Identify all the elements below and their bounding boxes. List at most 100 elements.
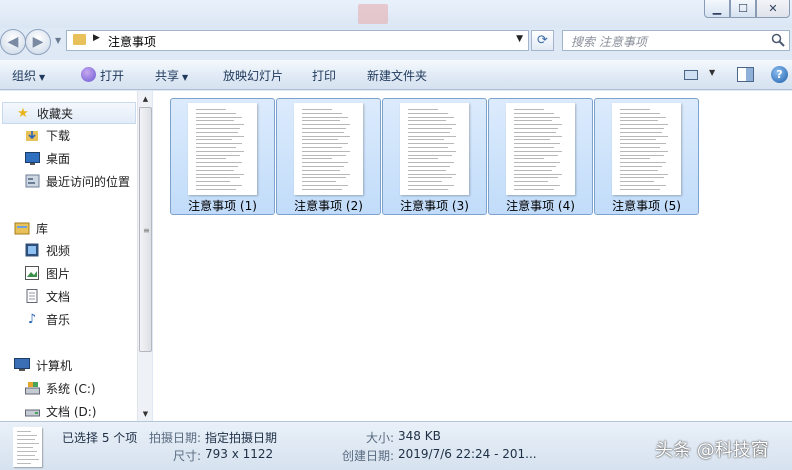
text-line bbox=[514, 177, 558, 179]
text-line bbox=[196, 177, 240, 179]
text-line bbox=[196, 147, 236, 148]
back-button[interactable]: ◀ bbox=[0, 29, 26, 55]
nav-scrollbar[interactable]: ▲ ≡ ▼ bbox=[137, 91, 152, 421]
title-bar: ▁ ☐ ✕ bbox=[0, 0, 792, 28]
print-button[interactable]: 打印 bbox=[312, 67, 336, 84]
address-dropdown-icon[interactable]: ▼ bbox=[516, 34, 523, 44]
breadcrumb-arrow-icon[interactable]: ▶ bbox=[93, 33, 100, 43]
nav-drive-c[interactable]: 系统 (C:) bbox=[0, 377, 134, 399]
date-taken-value[interactable]: 指定拍摄日期 bbox=[205, 429, 277, 446]
address-bar[interactable]: ▶ 注意事项 ▼ bbox=[66, 30, 529, 51]
nav-music[interactable]: ♪ 音乐 bbox=[0, 308, 134, 330]
text-line bbox=[620, 147, 660, 148]
text-line bbox=[302, 188, 342, 190]
grip-icon: ≡ bbox=[143, 226, 150, 235]
file-tile[interactable]: 注意事项 (4) bbox=[488, 98, 593, 215]
text-line bbox=[408, 116, 454, 118]
search-input[interactable]: 搜索 注意事项 bbox=[562, 30, 790, 51]
text-line bbox=[514, 128, 558, 129]
text-line bbox=[514, 116, 560, 118]
nav-libraries[interactable]: 库 bbox=[0, 217, 134, 239]
chevron-down-icon: ▼ bbox=[182, 73, 189, 82]
text-line bbox=[408, 154, 452, 156]
nav-downloads[interactable]: 下载 bbox=[0, 124, 134, 146]
forward-button[interactable]: ▶ bbox=[25, 29, 51, 55]
minimize-button[interactable]: ▁ bbox=[704, 0, 730, 18]
nav-computer[interactable]: 计算机 bbox=[0, 354, 134, 376]
nav-downloads-label: 下载 bbox=[46, 128, 71, 143]
text-line bbox=[196, 116, 242, 118]
refresh-button[interactable]: ⟳ bbox=[531, 30, 554, 51]
scroll-up-icon[interactable]: ▲ bbox=[138, 91, 153, 106]
scroll-down-icon[interactable]: ▼ bbox=[138, 406, 153, 421]
text-line bbox=[514, 150, 562, 152]
nav-music-label: 音乐 bbox=[46, 312, 71, 327]
search-icon[interactable] bbox=[771, 33, 785, 47]
share-button[interactable]: 共享 ▼ bbox=[155, 67, 188, 84]
text-line bbox=[302, 185, 348, 186]
text-line bbox=[620, 173, 668, 175]
open-button[interactable]: 打开 bbox=[100, 67, 124, 84]
text-line bbox=[408, 143, 454, 145]
recent-places-icon bbox=[24, 173, 40, 189]
file-tile[interactable]: 注意事项 (5) bbox=[594, 98, 699, 215]
nav-pictures-label: 图片 bbox=[46, 266, 71, 281]
scroll-thumb[interactable]: ≡ bbox=[139, 107, 152, 352]
file-name: 注意事项 (5) bbox=[612, 199, 681, 213]
nav-drive-d[interactable]: 文档 (D:) bbox=[0, 400, 134, 422]
text-line bbox=[196, 166, 238, 167]
text-line bbox=[408, 185, 454, 186]
file-tile[interactable]: 注意事项 (2) bbox=[276, 98, 381, 215]
breadcrumb-current[interactable]: 注意事项 bbox=[108, 33, 156, 50]
text-line bbox=[514, 181, 548, 183]
nav-videos[interactable]: 视频 bbox=[0, 239, 134, 261]
help-icon[interactable]: ? bbox=[771, 66, 788, 83]
text-line bbox=[302, 173, 350, 175]
share-label: 共享 bbox=[155, 69, 180, 83]
text-line bbox=[196, 128, 240, 129]
new-folder-button[interactable]: 新建文件夹 bbox=[367, 67, 427, 84]
file-tile[interactable]: 注意事项 (3) bbox=[382, 98, 487, 215]
nav-drive-c-label: 系统 (C:) bbox=[46, 381, 96, 396]
file-tile[interactable]: 注意事项 (1) bbox=[170, 98, 275, 215]
preview-pane-icon[interactable] bbox=[737, 67, 754, 82]
text-line bbox=[514, 185, 560, 186]
text-line bbox=[620, 181, 654, 183]
maximize-button[interactable]: ☐ bbox=[730, 0, 756, 18]
size-label: 大小: bbox=[366, 431, 395, 445]
text-line bbox=[196, 131, 238, 133]
text-line bbox=[514, 135, 562, 137]
text-line bbox=[17, 443, 39, 444]
close-button[interactable]: ✕ bbox=[756, 0, 790, 18]
dimensions-value: 793 x 1122 bbox=[205, 447, 274, 461]
text-line bbox=[408, 128, 452, 129]
text-line bbox=[17, 463, 31, 464]
text-line bbox=[17, 451, 37, 452]
text-line bbox=[17, 435, 37, 436]
navigation-pane: ★ 收藏夹 下载 桌面 最近访问的位置 库 视频 图片 文档 ♪ 音乐 计算机 系统… bbox=[0, 91, 137, 421]
text-line bbox=[620, 143, 666, 145]
nav-desktop[interactable]: 桌面 bbox=[0, 147, 134, 169]
nav-favorites[interactable]: ★ 收藏夹 bbox=[2, 102, 136, 124]
nav-pictures[interactable]: 图片 bbox=[0, 262, 134, 284]
text-line bbox=[408, 177, 452, 179]
nav-documents[interactable]: 文档 bbox=[0, 285, 134, 307]
chevron-down-icon: ▼ bbox=[39, 73, 46, 82]
nav-recent-places[interactable]: 最近访问的位置 bbox=[0, 170, 134, 192]
text-line bbox=[514, 188, 554, 190]
organize-button[interactable]: 组织 ▼ bbox=[12, 67, 45, 84]
text-line bbox=[302, 143, 348, 145]
text-line bbox=[620, 166, 662, 167]
text-line bbox=[196, 162, 242, 164]
text-line bbox=[408, 169, 446, 171]
view-dropdown-icon[interactable]: ▼ bbox=[709, 68, 715, 77]
slideshow-button[interactable]: 放映幻灯片 bbox=[223, 67, 283, 84]
slideshow-label: 放映幻灯片 bbox=[223, 69, 284, 83]
text-line bbox=[302, 120, 340, 122]
recent-pages-dropdown[interactable]: ▼ bbox=[55, 36, 61, 45]
text-line bbox=[620, 158, 650, 160]
text-line bbox=[302, 169, 340, 171]
text-line bbox=[620, 135, 668, 137]
change-view-icon[interactable] bbox=[684, 70, 698, 80]
text-line bbox=[620, 177, 664, 179]
